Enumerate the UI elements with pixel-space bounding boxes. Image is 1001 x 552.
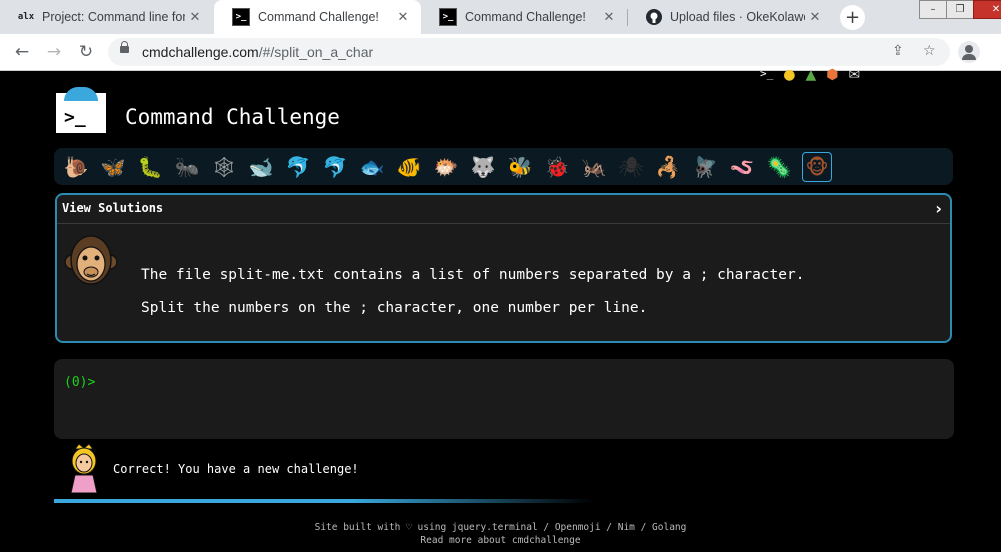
terminal-icon: >_ [232, 8, 250, 26]
tab-title: Command Challenge! [465, 10, 586, 24]
achievement-icons: >_ ● ▲ ⬢ ✉ [760, 67, 861, 83]
tab-command-challenge-active[interactable]: >_ Command Challenge! ✕ [214, 0, 421, 34]
status-message: Correct! You have a new challenge! [113, 462, 359, 476]
terminal-icon: >_ [64, 107, 86, 128]
chevron-right-icon[interactable]: › [935, 199, 942, 218]
spider-web-icon[interactable]: 🕸 [210, 153, 238, 181]
browser-toolbar: ← → ↻ cmdchallenge.com/#/split_on_a_char… [0, 34, 1001, 71]
envelope-icon: ✉ [848, 67, 861, 83]
new-tab-button[interactable]: + [840, 5, 865, 30]
close-icon[interactable]: ✕ [599, 9, 619, 25]
progress-line [54, 499, 594, 503]
challenge-text-line: The file split-me.txt contains a list of… [141, 267, 805, 283]
microbe-icon[interactable]: 🦠 [765, 153, 793, 181]
scorpion-icon[interactable]: 🦂 [654, 153, 682, 181]
challenge-description: The file split-me.txt contains a list of… [141, 259, 804, 325]
challenge-panel: View Solutions › The file split-me.txt c… [55, 193, 952, 343]
window-controls: – ❐ ✕ [919, 0, 1001, 19]
terminal-input[interactable]: (0)> [54, 359, 954, 439]
tab-strip: alx Project: Command line for ✕ >_ Comma… [0, 0, 1001, 34]
tab-title: Project: Command line for [42, 10, 185, 24]
footer-read-more-link[interactable]: Read more about cmdchallenge [0, 534, 1001, 547]
reload-icon[interactable]: ↻ [75, 42, 97, 62]
wolf-icon[interactable]: 🐺 [469, 153, 497, 181]
ladybug-icon[interactable]: 🐞 [543, 153, 571, 181]
terminal-badge-icon: >_ [760, 67, 774, 80]
close-icon[interactable]: ✕ [185, 9, 205, 25]
snail-icon[interactable]: 🐌 [62, 153, 90, 181]
github-icon [646, 9, 662, 25]
fly-icon[interactable]: 🪰 [691, 153, 719, 181]
tab-command-challenge[interactable]: >_ Command Challenge! ✕ [421, 0, 627, 34]
tropical-fish-icon[interactable]: 🐠 [395, 153, 423, 181]
view-solutions-label: View Solutions [62, 201, 164, 215]
minimize-button[interactable]: – [919, 0, 947, 19]
address-bar[interactable]: cmdchallenge.com/#/split_on_a_char ⇪ ☆ [108, 38, 950, 66]
ant-icon[interactable]: 🐜 [173, 153, 201, 181]
footer-credits: Site built with ♡ using jquery.terminal … [314, 522, 687, 533]
dolphin-gray-icon[interactable]: 🐬 [321, 153, 349, 181]
tab-title: Command Challenge! [258, 10, 379, 24]
dolphin-icon[interactable]: 🐬 [284, 153, 312, 181]
worm-icon[interactable]: 🪱 [728, 153, 756, 181]
terminal-prompt: (0)> [64, 375, 96, 390]
caterpillar-icon[interactable]: 🐛 [136, 153, 164, 181]
butterfly-icon[interactable]: 🦋 [99, 153, 127, 181]
site-footer: Site built with ♡ using jquery.terminal … [0, 521, 1001, 547]
cricket-icon[interactable]: 🦗 [580, 153, 608, 181]
close-icon[interactable]: ✕ [393, 9, 413, 25]
share-icon[interactable]: ⇪ [892, 43, 904, 59]
bee-icon[interactable]: 🐝 [506, 153, 534, 181]
blowfish-icon[interactable]: 🐡 [432, 153, 460, 181]
alx-icon: alx [17, 12, 35, 22]
spider-icon[interactable]: 🕷 [617, 153, 645, 181]
close-icon[interactable]: ✕ [805, 9, 825, 25]
fish-icon[interactable]: 🐟 [358, 153, 386, 181]
window-close-button[interactable]: ✕ [973, 0, 1001, 19]
terminal-icon: >_ [439, 8, 457, 26]
profile-avatar[interactable] [958, 41, 980, 63]
site-logo[interactable]: >_ [56, 87, 106, 133]
monkey-icon[interactable]: 🐵 [802, 151, 832, 182]
bulb-icon: ● [783, 67, 796, 83]
chimpanzee-icon [64, 235, 118, 285]
url-text[interactable]: cmdchallenge.com/#/split_on_a_char [142, 44, 373, 60]
whale-icon[interactable]: 🐋 [247, 153, 275, 181]
tab-github-upload[interactable]: Upload files · OkeKolawole ✕ [628, 0, 833, 34]
maximize-button[interactable]: ❐ [946, 0, 974, 19]
shield-icon: ⬢ [826, 67, 839, 83]
challenge-text-line: Split the numbers on the ; character, on… [141, 300, 648, 316]
bookmark-star-icon[interactable]: ☆ [923, 43, 936, 59]
view-solutions-toggle[interactable]: View Solutions › [57, 195, 950, 224]
page-content: >_ ● ▲ ⬢ ✉ >_ Command Challenge 🐌 🦋 🐛 🐜 … [0, 67, 1001, 552]
lock-icon [120, 41, 129, 53]
tab-title: Upload files · OkeKolawole [670, 10, 805, 24]
princess-icon [70, 443, 98, 493]
page-title: Command Challenge [125, 105, 340, 129]
tab-alx[interactable]: alx Project: Command line for ✕ [0, 0, 213, 34]
forward-icon[interactable]: → [43, 42, 65, 62]
back-icon[interactable]: ← [11, 42, 33, 62]
challenge-progress-bar: 🐌 🦋 🐛 🐜 🕸 🐋 🐬 🐬 🐟 🐠 🐡 🐺 🐝 🐞 🦗 🕷 🦂 🪰 🪱 🦠 … [54, 148, 953, 185]
tree-icon: ▲ [805, 67, 817, 83]
